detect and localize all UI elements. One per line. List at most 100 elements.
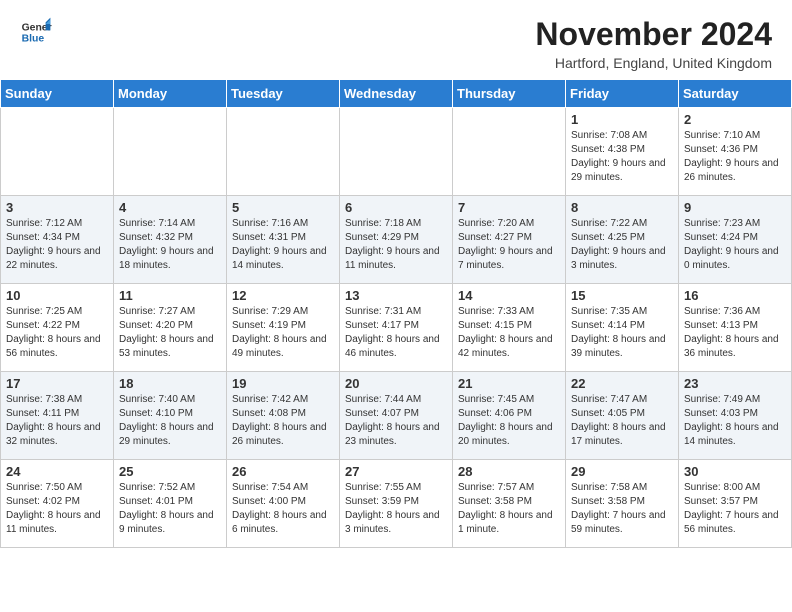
svg-text:Blue: Blue: [22, 34, 45, 45]
day-number: 13: [345, 288, 447, 303]
calendar-cell: [340, 108, 453, 196]
day-info: Sunrise: 7:20 AMSunset: 4:27 PMDaylight:…: [458, 217, 560, 273]
logo: General Blue: [20, 16, 52, 48]
day-info: Sunrise: 7:22 AMSunset: 4:25 PMDaylight:…: [571, 217, 673, 273]
logo-icon: General Blue: [20, 16, 52, 48]
col-friday: Friday: [566, 80, 679, 108]
calendar-cell: [1, 108, 114, 196]
location: Hartford, England, United Kingdom: [535, 55, 772, 71]
day-number: 16: [684, 288, 786, 303]
calendar-cell: 6 Sunrise: 7:18 AMSunset: 4:29 PMDaylight…: [340, 196, 453, 284]
day-number: 2: [684, 112, 786, 127]
day-number: 4: [119, 200, 221, 215]
calendar-cell: [227, 108, 340, 196]
calendar-cell: 5 Sunrise: 7:16 AMSunset: 4:31 PMDaylight…: [227, 196, 340, 284]
day-info: Sunrise: 7:58 AMSunset: 3:58 PMDaylight:…: [571, 481, 673, 537]
calendar-cell: 10 Sunrise: 7:25 AMSunset: 4:22 PMDayligh…: [1, 284, 114, 372]
calendar-cell: 29 Sunrise: 7:58 AMSunset: 3:58 PMDayligh…: [566, 460, 679, 548]
calendar-cell: 19Sunrise: 7:42 AMSunset: 4:08 PMDayligh…: [227, 372, 340, 460]
day-info: Sunrise: 7:38 AMSunset: 4:11 PMDaylight:…: [6, 393, 108, 449]
day-number: 5: [232, 200, 334, 215]
day-info: Sunrise: 7:45 AMSunset: 4:06 PMDaylight:…: [458, 393, 560, 449]
day-info: Sunrise: 8:00 AMSunset: 3:57 PMDaylight:…: [684, 481, 786, 537]
calendar-cell: 15Sunrise: 7:35 AMSunset: 4:14 PMDayligh…: [566, 284, 679, 372]
day-number: 22: [571, 376, 673, 391]
day-number: 19: [232, 376, 334, 391]
calendar-cell: 7Sunrise: 7:20 AMSunset: 4:27 PMDaylight…: [453, 196, 566, 284]
day-info: Sunrise: 7:47 AMSunset: 4:05 PMDaylight:…: [571, 393, 673, 449]
calendar-cell: 24 Sunrise: 7:50 AMSunset: 4:02 PMDayligh…: [1, 460, 114, 548]
day-number: 30: [684, 464, 786, 479]
calendar-cell: 2 Sunrise: 7:10 AMSunset: 4:36 PMDaylight…: [679, 108, 792, 196]
day-info: Sunrise: 7:08 AMSunset: 4:38 PMDaylight:…: [571, 129, 673, 185]
day-info: Sunrise: 7:12 AMSunset: 4:34 PMDaylight:…: [6, 217, 108, 273]
calendar-week-row: 3 Sunrise: 7:12 AMSunset: 4:34 PMDaylight…: [1, 196, 792, 284]
day-info: Sunrise: 7:18 AMSunset: 4:29 PMDaylight:…: [345, 217, 447, 273]
day-number: 27: [345, 464, 447, 479]
calendar-cell: 9 Sunrise: 7:23 AMSunset: 4:24 PMDaylight…: [679, 196, 792, 284]
col-wednesday: Wednesday: [340, 80, 453, 108]
calendar-cell: 18Sunrise: 7:40 AMSunset: 4:10 PMDayligh…: [114, 372, 227, 460]
col-saturday: Saturday: [679, 80, 792, 108]
day-number: 6: [345, 200, 447, 215]
calendar-header-row: Sunday Monday Tuesday Wednesday Thursday…: [1, 80, 792, 108]
day-info: Sunrise: 7:16 AMSunset: 4:31 PMDaylight:…: [232, 217, 334, 273]
calendar-cell: 30 Sunrise: 8:00 AMSunset: 3:57 PMDayligh…: [679, 460, 792, 548]
calendar-cell: 28 Sunrise: 7:57 AMSunset: 3:58 PMDayligh…: [453, 460, 566, 548]
day-number: 14: [458, 288, 560, 303]
day-number: 24: [6, 464, 108, 479]
calendar-cell: 17 Sunrise: 7:38 AMSunset: 4:11 PMDayligh…: [1, 372, 114, 460]
day-info: Sunrise: 7:57 AMSunset: 3:58 PMDaylight:…: [458, 481, 560, 537]
month-year: November 2024: [535, 16, 772, 53]
day-number: 21: [458, 376, 560, 391]
calendar-cell: 1 Sunrise: 7:08 AMSunset: 4:38 PMDaylight…: [566, 108, 679, 196]
day-info: Sunrise: 7:35 AMSunset: 4:14 PMDaylight:…: [571, 305, 673, 361]
calendar-cell: 12Sunrise: 7:29 AMSunset: 4:19 PMDayligh…: [227, 284, 340, 372]
calendar-cell: 8 Sunrise: 7:22 AMSunset: 4:25 PMDaylight…: [566, 196, 679, 284]
page-header: General Blue November 2024 Hartford, Eng…: [0, 0, 792, 79]
calendar-cell: 26 Sunrise: 7:54 AMSunset: 4:00 PMDayligh…: [227, 460, 340, 548]
calendar-cell: 21 Sunrise: 7:45 AMSunset: 4:06 PMDayligh…: [453, 372, 566, 460]
day-info: Sunrise: 7:29 AMSunset: 4:19 PMDaylight:…: [232, 305, 334, 361]
day-info: Sunrise: 7:50 AMSunset: 4:02 PMDaylight:…: [6, 481, 108, 537]
calendar-week-row: 24 Sunrise: 7:50 AMSunset: 4:02 PMDayligh…: [1, 460, 792, 548]
title-block: November 2024 Hartford, England, United …: [535, 16, 772, 71]
calendar-cell: 27Sunrise: 7:55 AMSunset: 3:59 PMDayligh…: [340, 460, 453, 548]
day-number: 1: [571, 112, 673, 127]
day-number: 11: [119, 288, 221, 303]
day-number: 28: [458, 464, 560, 479]
day-number: 18: [119, 376, 221, 391]
day-number: 20: [345, 376, 447, 391]
day-number: 23: [684, 376, 786, 391]
day-info: Sunrise: 7:14 AMSunset: 4:32 PMDaylight:…: [119, 217, 221, 273]
day-info: Sunrise: 7:27 AMSunset: 4:20 PMDaylight:…: [119, 305, 221, 361]
day-info: Sunrise: 7:49 AMSunset: 4:03 PMDaylight:…: [684, 393, 786, 449]
day-number: 29: [571, 464, 673, 479]
col-tuesday: Tuesday: [227, 80, 340, 108]
day-number: 8: [571, 200, 673, 215]
calendar-cell: 4 Sunrise: 7:14 AMSunset: 4:32 PMDaylight…: [114, 196, 227, 284]
calendar-cell: 11 Sunrise: 7:27 AMSunset: 4:20 PMDayligh…: [114, 284, 227, 372]
col-sunday: Sunday: [1, 80, 114, 108]
calendar-week-row: 17 Sunrise: 7:38 AMSunset: 4:11 PMDayligh…: [1, 372, 792, 460]
day-info: Sunrise: 7:31 AMSunset: 4:17 PMDaylight:…: [345, 305, 447, 361]
calendar-cell: 23 Sunrise: 7:49 AMSunset: 4:03 PMDayligh…: [679, 372, 792, 460]
calendar-cell: [453, 108, 566, 196]
calendar-cell: 22 Sunrise: 7:47 AMSunset: 4:05 PMDayligh…: [566, 372, 679, 460]
day-number: 3: [6, 200, 108, 215]
day-info: Sunrise: 7:36 AMSunset: 4:13 PMDaylight:…: [684, 305, 786, 361]
calendar-table: Sunday Monday Tuesday Wednesday Thursday…: [0, 79, 792, 548]
day-info: Sunrise: 7:54 AMSunset: 4:00 PMDaylight:…: [232, 481, 334, 537]
day-number: 17: [6, 376, 108, 391]
day-info: Sunrise: 7:33 AMSunset: 4:15 PMDaylight:…: [458, 305, 560, 361]
day-number: 26: [232, 464, 334, 479]
calendar-cell: 3 Sunrise: 7:12 AMSunset: 4:34 PMDaylight…: [1, 196, 114, 284]
day-number: 10: [6, 288, 108, 303]
col-monday: Monday: [114, 80, 227, 108]
calendar-week-row: 10 Sunrise: 7:25 AMSunset: 4:22 PMDayligh…: [1, 284, 792, 372]
day-info: Sunrise: 7:23 AMSunset: 4:24 PMDaylight:…: [684, 217, 786, 273]
day-number: 9: [684, 200, 786, 215]
day-number: 25: [119, 464, 221, 479]
day-info: Sunrise: 7:10 AMSunset: 4:36 PMDaylight:…: [684, 129, 786, 185]
day-info: Sunrise: 7:25 AMSunset: 4:22 PMDaylight:…: [6, 305, 108, 361]
